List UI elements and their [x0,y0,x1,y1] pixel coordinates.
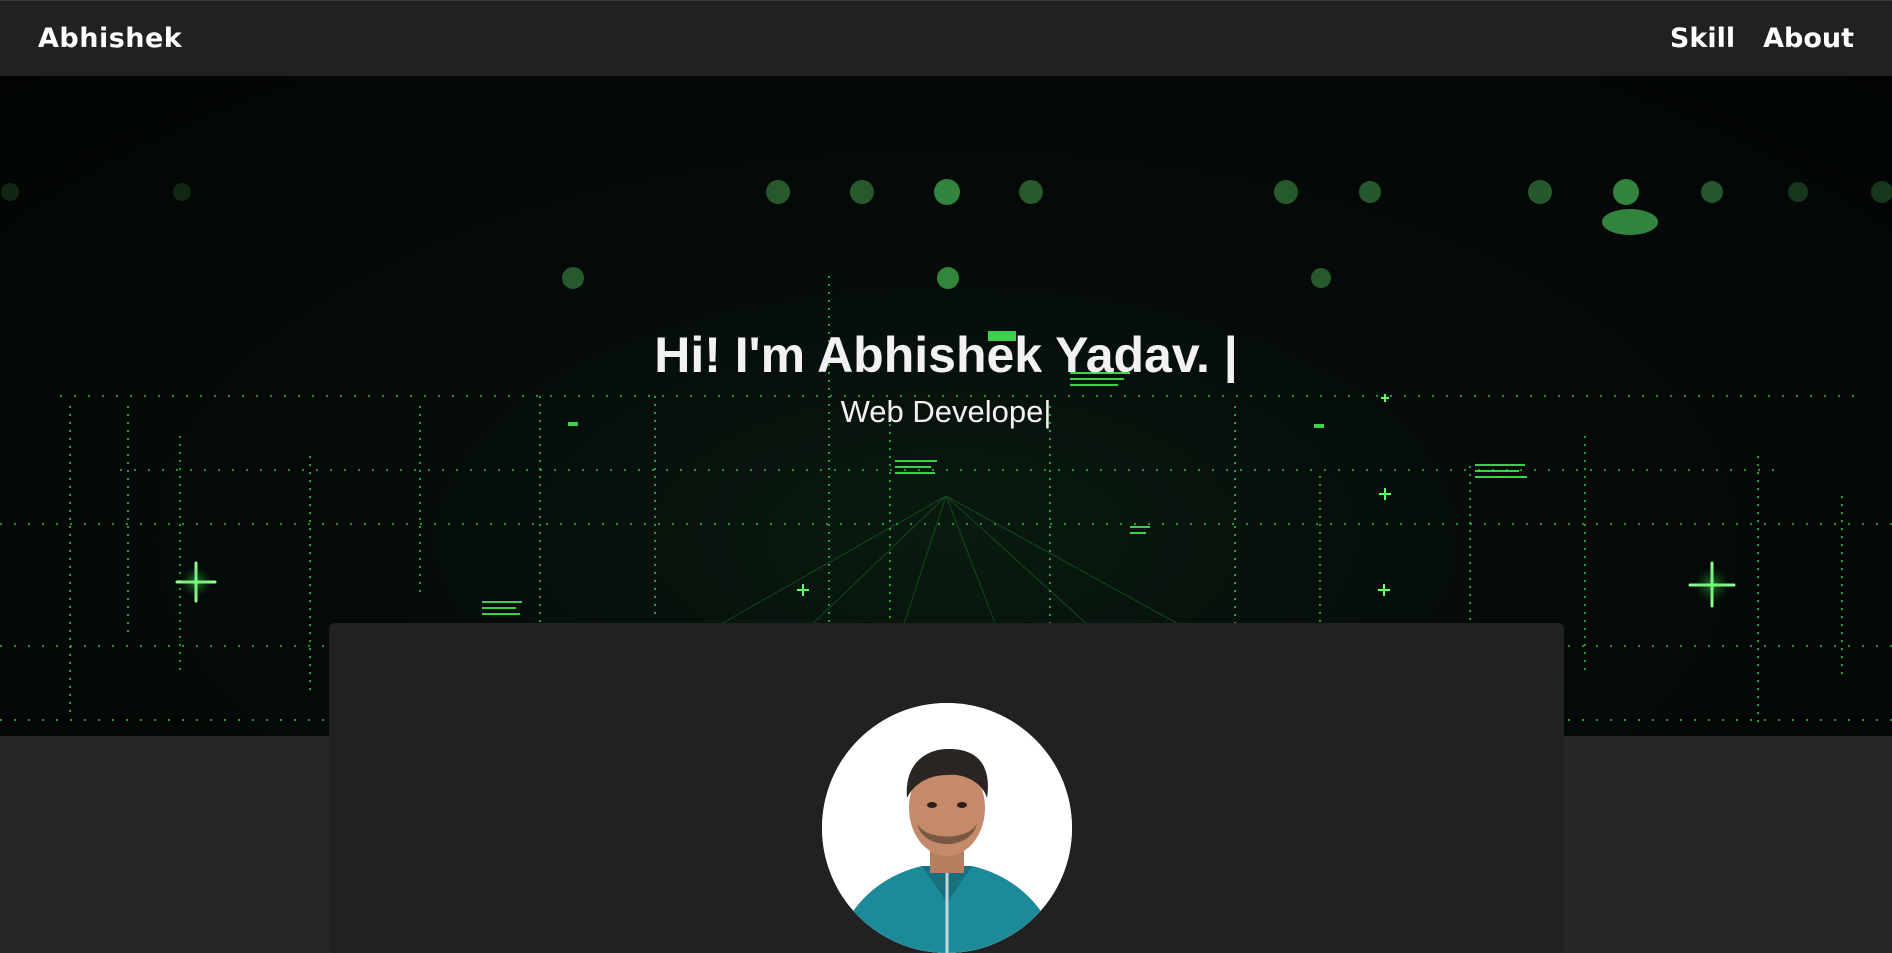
profile-photo-graphic [822,703,1072,953]
hero-typing-subtitle: Web Develope| [840,394,1052,429]
hero-title: Hi! I'm Abhishek Yadav. | [654,327,1238,383]
nav-links: Skill About [1670,23,1854,54]
brand-logo[interactable]: Abhishek [38,23,182,54]
profile-avatar [822,703,1072,953]
top-navbar: Abhishek Skill About [0,0,1892,76]
nav-link-skill[interactable]: Skill [1670,23,1735,54]
nav-link-about[interactable]: About [1763,23,1854,54]
